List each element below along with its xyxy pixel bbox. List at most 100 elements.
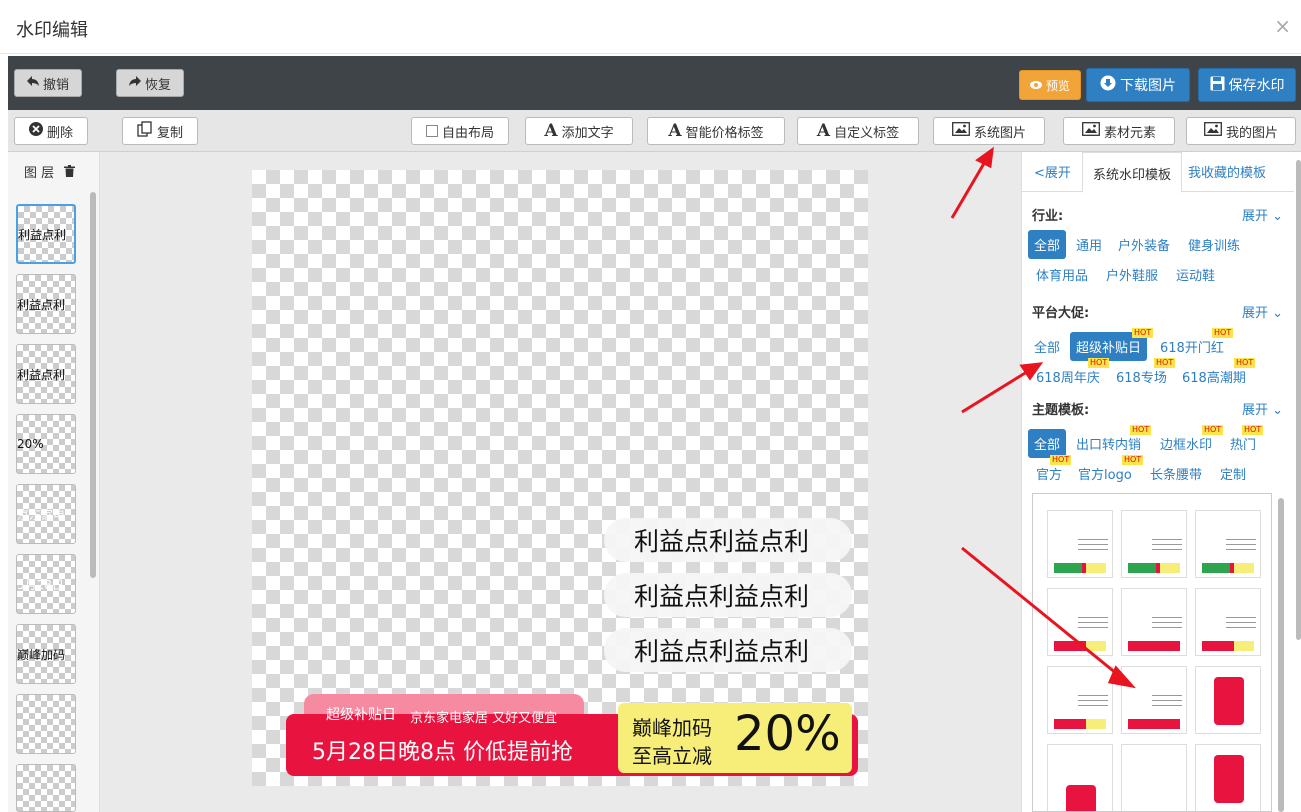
panel-scrollbar[interactable] (1296, 160, 1301, 640)
banner-main-text: 5月28日晚8点 价低提前抢 (312, 740, 573, 765)
material-label: 素材元素 (1103, 125, 1156, 141)
template-thumbnail[interactable] (1195, 666, 1261, 734)
template-thumbnail[interactable] (1047, 744, 1113, 811)
layer-label: 京东家电 (17, 507, 66, 522)
layer-item[interactable]: 5月28日 (16, 554, 76, 614)
industry-option[interactable]: 运动鞋 (1176, 265, 1215, 284)
promo-title: 平台大促: (1032, 306, 1090, 321)
preview-button[interactable]: 预览 (1019, 70, 1081, 100)
layers-scrollbar[interactable] (90, 192, 96, 578)
copy-button[interactable]: 复制 (122, 117, 198, 145)
redo-button[interactable]: 恢复 (116, 69, 184, 97)
promo-option[interactable]: 618开门红 (1160, 337, 1224, 356)
tab-favorite-templates[interactable]: 我收藏的模板 (1188, 162, 1266, 181)
industry-option[interactable]: 户外鞋服 (1106, 265, 1158, 284)
delete-circle-icon (28, 122, 43, 140)
hot-badge: HOT (1202, 425, 1224, 435)
smart-price-tag-label: 智能价格标签 (685, 125, 764, 141)
hot-badge: HOT (1132, 328, 1154, 338)
template-thumbnail[interactable] (1121, 588, 1187, 656)
promo-option[interactable]: 618周年庆 (1036, 367, 1100, 386)
download-image-button[interactable]: 下载图片 (1086, 68, 1190, 102)
text-pill[interactable]: 利益点利益点利 (604, 628, 852, 672)
layer-item[interactable]: 利益点利 (16, 204, 76, 264)
industry-option[interactable]: 体育用品 (1036, 265, 1088, 284)
banner-slogan: 京东家电家居 又好又便宜 (410, 711, 558, 726)
redo-arrow-icon (128, 75, 141, 91)
layer-label: 利益点利 (17, 367, 66, 382)
banner-logo-text: 超级补贴日 (326, 707, 396, 723)
material-element-button[interactable]: 素材元素 (1063, 117, 1175, 145)
industry-expand[interactable]: 展开 ⌄ (1242, 205, 1283, 224)
layer-item[interactable] (16, 764, 76, 812)
template-grid-scrollbar[interactable] (1278, 498, 1284, 812)
industry-option[interactable]: 通用 (1076, 235, 1102, 254)
hot-badge: HOT (1122, 455, 1144, 465)
delete-label: 删除 (46, 125, 73, 141)
close-icon[interactable]: × (1274, 14, 1291, 38)
promo-expand[interactable]: 展开 ⌄ (1242, 302, 1283, 321)
system-image-button[interactable]: 系统图片 (933, 117, 1045, 145)
my-images-button[interactable]: 我的图片 (1186, 117, 1296, 145)
main-toolbar: 撤销 恢复 预览 下载图片 保存水印 (8, 56, 1301, 110)
theme-option[interactable]: 全部 (1028, 429, 1067, 458)
trash-icon[interactable] (64, 165, 76, 181)
template-thumbnail[interactable] (1195, 744, 1261, 811)
industry-option[interactable]: 户外装备 (1118, 235, 1170, 254)
smart-price-tag-button[interactable]: A 智能价格标签 (647, 117, 785, 145)
industry-option[interactable]: 全部 (1028, 230, 1067, 259)
letter-a-icon: A (544, 121, 558, 141)
discount-line2: 至高立减 (632, 744, 712, 768)
free-layout-label: 自由布局 (441, 125, 494, 141)
template-thumbnail[interactable] (1047, 666, 1113, 734)
text-pill[interactable]: 利益点利益点利 (604, 518, 852, 562)
undo-arrow-icon (26, 75, 39, 91)
theme-option[interactable]: 官方 (1036, 464, 1062, 483)
hot-badge: HOT (1212, 328, 1234, 338)
add-text-button[interactable]: A 添加文字 (525, 117, 633, 145)
theme-option[interactable]: 出口转内销 (1076, 434, 1141, 453)
image-icon (1204, 122, 1222, 140)
letter-a-icon: A (816, 121, 831, 141)
industry-option[interactable]: 健身训练 (1188, 235, 1240, 254)
layer-item[interactable]: 利益点利 (16, 344, 76, 404)
free-layout-button[interactable]: 自由布局 (411, 117, 509, 145)
theme-option[interactable]: 热门 (1230, 434, 1256, 453)
layer-label: 巅峰加码 (17, 647, 66, 662)
tab-system-templates[interactable]: 系统水印模板 (1082, 152, 1183, 193)
layer-item[interactable]: 利益点利 (16, 274, 76, 334)
text-pill[interactable]: 利益点利益点利 (604, 573, 852, 617)
editing-canvas[interactable]: 利益点利益点利 利益点利益点利 利益点利益点利 超级补贴日 京东家电家居 又好又… (252, 170, 868, 786)
template-thumbnail[interactable] (1195, 588, 1261, 656)
promo-option[interactable]: 618高潮期 (1182, 367, 1246, 386)
template-thumbnail[interactable] (1047, 588, 1113, 656)
layer-item[interactable]: 20% (16, 414, 76, 474)
undo-button[interactable]: 撤销 (14, 69, 82, 97)
layer-item[interactable]: 巅峰加码 (16, 624, 76, 684)
template-thumbnail[interactable] (1121, 510, 1187, 578)
hot-badge: HOT (1154, 358, 1176, 368)
hot-badge: HOT (1050, 455, 1072, 465)
promo-option[interactable]: 618专场 (1116, 367, 1167, 386)
system-image-label: 系统图片 (973, 125, 1026, 141)
layer-item[interactable] (16, 694, 76, 754)
theme-option[interactable]: 定制 (1220, 464, 1246, 483)
collapse-link[interactable]: <展开 (1034, 162, 1071, 181)
theme-option[interactable]: 边框水印 (1160, 434, 1212, 453)
template-thumbnail[interactable] (1047, 510, 1113, 578)
free-layout-checkbox[interactable] (425, 125, 438, 137)
layer-item[interactable]: 京东家电 (16, 484, 76, 544)
copy-label: 复制 (156, 125, 183, 141)
theme-option[interactable]: 长条腰带 (1150, 464, 1202, 483)
hot-badge: HOT (1130, 425, 1152, 435)
template-thumbnail[interactable] (1121, 666, 1187, 734)
theme-expand[interactable]: 展开 ⌄ (1242, 399, 1283, 418)
template-thumbnail[interactable] (1121, 744, 1187, 811)
custom-tag-button[interactable]: A 自定义标签 (797, 117, 919, 145)
save-watermark-button[interactable]: 保存水印 (1198, 68, 1296, 102)
promo-option[interactable]: 全部 (1034, 337, 1060, 356)
delete-button[interactable]: 删除 (14, 117, 88, 145)
theme-option[interactable]: 官方logo (1078, 464, 1132, 483)
template-thumbnail[interactable] (1195, 510, 1261, 578)
discount-line1: 巅峰加码 (632, 716, 712, 740)
